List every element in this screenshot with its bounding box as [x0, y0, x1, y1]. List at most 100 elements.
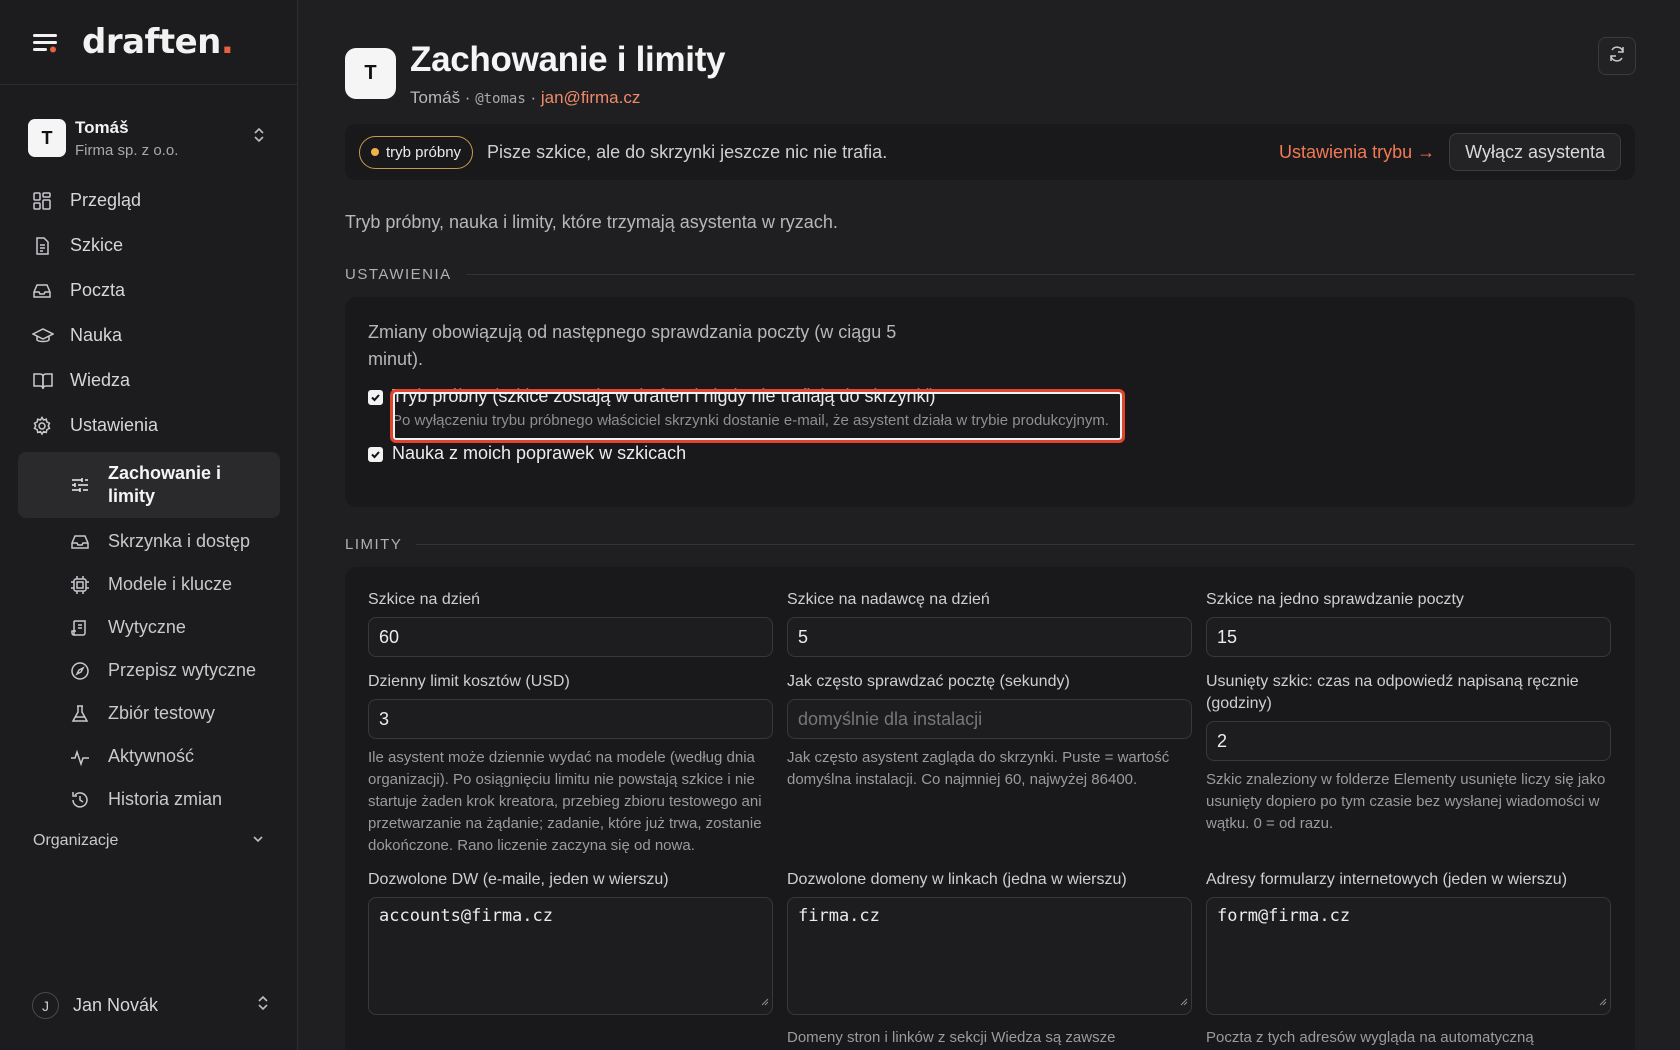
form-addresses-textarea[interactable]: form@firma.cz	[1206, 897, 1611, 1015]
chevron-down-icon	[251, 832, 265, 851]
subnav-test-set[interactable]: Zbiór testowy	[18, 692, 280, 735]
learning-checkbox[interactable]	[368, 447, 383, 462]
subnav-label: Modele i klucze	[108, 574, 233, 594]
mode-banner: tryb próbny Pisze szkice, ale do skrzynk…	[345, 124, 1635, 180]
org-switcher[interactable]: T Tomáš Firma sp. z o.o.	[20, 104, 280, 172]
subnav-mailbox-access[interactable]: Skrzynka i dostęp	[18, 520, 280, 563]
focus-highlight	[390, 389, 1125, 443]
divider	[465, 274, 1635, 275]
field-help: Szkic znaleziony w folderze Elementy usu…	[1206, 771, 1606, 832]
textarea-value: accounts@firma.cz	[379, 906, 553, 926]
section-title: USTAWIENIA	[345, 266, 452, 283]
subnav-change-history[interactable]: Historia zmian	[18, 778, 280, 821]
page-title: Zachowanie i limity	[410, 40, 726, 79]
user-avatar: J	[32, 992, 59, 1019]
main-nav: Przegląd Szkice Poczta Nauka Wiedza Usta…	[18, 178, 280, 821]
resize-handle-icon[interactable]	[1179, 991, 1188, 1011]
subnav-activity[interactable]: Aktywność	[18, 735, 280, 778]
allowed-cc-textarea[interactable]: accounts@firma.cz	[368, 897, 773, 1015]
book-icon	[32, 370, 54, 392]
field-label: Usunięty szkic: czas na odpowiedź napisa…	[1206, 673, 1579, 712]
scroll-icon	[70, 617, 92, 639]
mailbox-meta: Tomáš · @tomas · jan@firma.cz	[410, 88, 725, 108]
mailbox-owner: Tomáš	[410, 88, 461, 107]
drafts-per-day-input[interactable]: 60	[368, 617, 773, 657]
field-label: Dozwolone DW (e-maile, jeden w wierszu)	[368, 871, 669, 888]
subnav-models-keys[interactable]: Modele i klucze	[18, 563, 280, 606]
nav-item-knowledge[interactable]: Wiedza	[18, 358, 280, 403]
form-addresses-field: Adresy formularzy internetowych (jeden w…	[1206, 869, 1611, 1049]
user-menu[interactable]: J Jan Novák	[32, 992, 270, 1019]
history-icon	[70, 789, 92, 811]
sidebar: draften. T Tomáš Firma sp. z o.o. Przegl…	[0, 0, 298, 1050]
limits-heading: LIMITY	[345, 536, 1635, 553]
drafts-per-sender-input[interactable]: 5	[787, 617, 1192, 657]
drafts-per-sender-field: Szkice na nadawcę na dzień 5	[787, 589, 1192, 657]
cost-limit-input[interactable]: 3	[368, 699, 773, 739]
disable-assistant-button[interactable]: Wyłącz asystenta	[1449, 133, 1621, 171]
poll-interval-field: Jak często sprawdzać pocztę (sekundy) do…	[787, 671, 1192, 857]
banner-text: Pisze szkice, ale do skrzynki jeszcze ni…	[487, 141, 888, 162]
status-dot	[371, 148, 379, 156]
brand-logo[interactable]: draften.	[82, 22, 234, 62]
subnav-behavior-limits[interactable]: Zachowanie i limity	[18, 452, 280, 518]
field-label: Szkice na nadawcę na dzień	[787, 591, 990, 608]
sliders-icon	[70, 474, 92, 496]
settings-subnav: Zachowanie i limity Skrzynka i dostęp Mo…	[18, 452, 280, 821]
chevron-up-down-icon	[252, 126, 266, 149]
settings-note: Zmiany obowiązują od następnego sprawdza…	[368, 322, 897, 369]
resize-handle-icon[interactable]	[760, 991, 769, 1011]
chip-icon	[70, 574, 92, 596]
subnav-label: Zbiór testowy	[108, 703, 216, 723]
badge-label: tryb próbny	[386, 143, 462, 161]
refresh-button[interactable]	[1598, 37, 1636, 75]
gear-icon	[32, 415, 54, 437]
organizations-label: Organizacje	[33, 832, 119, 849]
nav-item-overview[interactable]: Przegląd	[18, 178, 280, 223]
organizations-section[interactable]: Organizacje	[33, 832, 265, 851]
field-label: Szkice na dzień	[368, 591, 481, 608]
deleted-grace-input[interactable]: 2	[1206, 721, 1611, 761]
allowed-domains-textarea[interactable]: firma.cz	[787, 897, 1192, 1015]
poll-interval-input[interactable]: domyślnie dla instalacji	[787, 699, 1192, 739]
org-avatar: T	[28, 119, 66, 157]
limits-card: Szkice na dzień 60 Szkice na nadawcę na …	[345, 567, 1635, 1050]
user-name: Jan Novák	[73, 995, 159, 1015]
field-help: Poczta z tych adresów wygląda na automat…	[1206, 1029, 1534, 1046]
field-label: Adresy formularzy internetowych (jeden w…	[1206, 871, 1568, 888]
inbox-icon	[32, 280, 54, 302]
nav-item-mail[interactable]: Poczta	[18, 268, 280, 313]
menu-icon[interactable]	[32, 30, 60, 54]
field-help: Domeny stron i linków z sekcji Wiedza są…	[787, 1029, 1116, 1046]
page-header: T Zachowanie i limity Tomáš · @tomas · j…	[345, 40, 726, 108]
resize-handle-icon[interactable]	[1598, 991, 1607, 1011]
learning-option[interactable]: Nauka z moich poprawek w szkicach	[368, 443, 1612, 464]
mode-settings-link[interactable]: Ustawienia trybu →	[1279, 142, 1435, 163]
settings-card: Zmiany obowiązują od następnego sprawdza…	[345, 297, 1635, 507]
nav-label: Szkice	[70, 235, 124, 255]
nav-item-settings[interactable]: Ustawienia	[18, 403, 280, 448]
org-company: Firma sp. z o.o.	[75, 141, 179, 159]
subnav-label: Wytyczne	[108, 617, 186, 637]
separator: ·	[525, 88, 541, 107]
drafts-per-check-input[interactable]: 15	[1206, 617, 1611, 657]
deleted-grace-field: Usunięty szkic: czas na odpowiedź napisa…	[1206, 671, 1611, 857]
settings-heading: USTAWIENIA	[345, 266, 1635, 283]
status-badge: tryb próbny	[359, 135, 474, 169]
dry-run-checkbox[interactable]	[368, 390, 383, 405]
mailbox-handle: @tomas	[475, 91, 526, 107]
nav-label: Ustawienia	[70, 415, 159, 435]
nav-item-learning[interactable]: Nauka	[18, 313, 280, 358]
refresh-icon	[1608, 45, 1626, 68]
subnav-rewrite-guidelines[interactable]: Przepisz wytyczne	[18, 649, 280, 692]
textarea-value: form@firma.cz	[1217, 906, 1351, 926]
section-title: LIMITY	[345, 536, 403, 553]
dashboard-icon	[32, 190, 54, 212]
nav-item-drafts[interactable]: Szkice	[18, 223, 280, 268]
mailbox-email[interactable]: jan@firma.cz	[541, 88, 640, 107]
drafts-per-check-field: Szkice na jedno sprawdzanie poczty 15	[1206, 589, 1611, 657]
subnav-guidelines[interactable]: Wytyczne	[18, 606, 280, 649]
activity-icon	[70, 746, 92, 768]
allowed-cc-field: Dozwolone DW (e-maile, jeden w wierszu) …	[368, 869, 773, 1049]
limits-row-2: Dzienny limit kosztów (USD) 3 Ile asyste…	[368, 671, 1612, 857]
